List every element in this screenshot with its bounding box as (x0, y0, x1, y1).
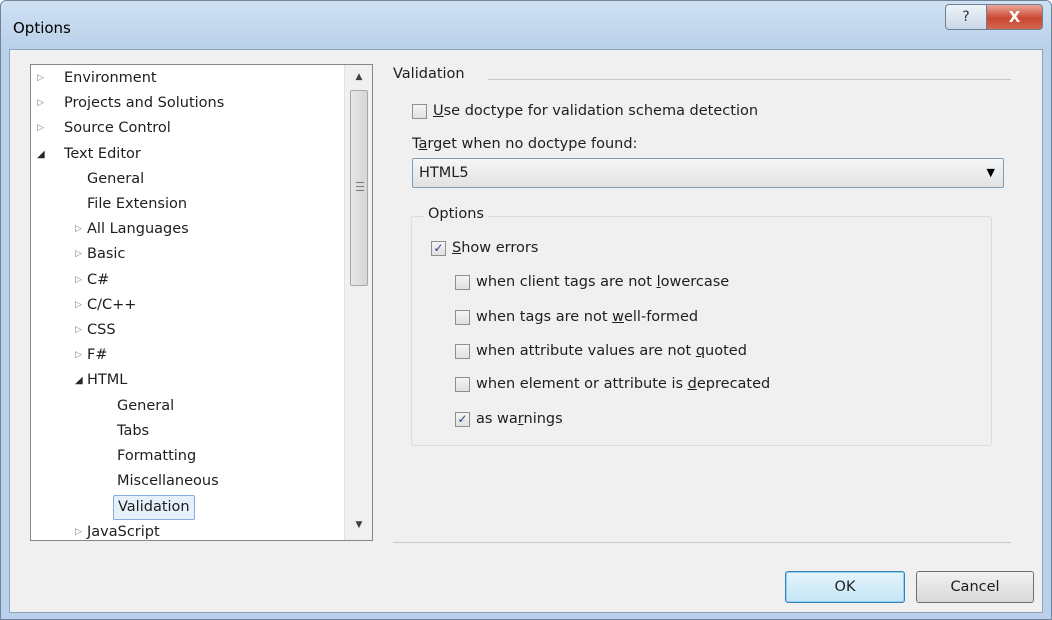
section-title: Validation (393, 66, 465, 82)
window-title: Options (13, 19, 71, 37)
options-group-title: Options (424, 206, 488, 222)
tree-item[interactable]: ▷ JavaScript (31, 520, 343, 540)
expanded-arrow-icon[interactable]: ◢ (37, 142, 51, 167)
use-doctype-label: Use doctype for validation schema detect… (433, 103, 759, 119)
deprecated-label: when element or attribute is deprecated (476, 376, 771, 392)
tree-item[interactable]: File Extension (31, 192, 343, 217)
tree-item-label: Formatting (117, 448, 197, 464)
tree-item[interactable]: General (31, 167, 343, 192)
chevron-down-icon: ▼ (986, 166, 995, 179)
tree-item-label: Source Control (64, 120, 171, 137)
tree-item-label: Projects and Solutions (64, 95, 225, 112)
tree-item-label: Miscellaneous (117, 473, 219, 490)
wellformed-label: when tags are not well-formed (476, 309, 699, 325)
quoted-checkbox[interactable] (455, 343, 470, 359)
tree-item-label: All Languages (87, 221, 189, 238)
tree-item-label: HTML (87, 372, 128, 389)
lowercase-label: when client tags are not lowercase (476, 274, 730, 290)
footer-divider (393, 542, 1011, 543)
tree-item[interactable]: Formatting (31, 444, 343, 469)
close-icon: X (1008, 8, 1021, 26)
thumb-grip-line (356, 190, 364, 191)
tree-item[interactable]: ▷ F# (31, 343, 343, 368)
target-doctype-select[interactable]: HTML5 ▼ (412, 158, 1004, 188)
help-button[interactable]: ? (945, 4, 987, 30)
tree-item[interactable]: ◢ HTML (31, 368, 343, 393)
tree-item[interactable]: Tabs (31, 419, 343, 444)
wellformed-option[interactable]: when tags are not well-formed (455, 306, 698, 328)
tree-item-label: General (117, 397, 175, 414)
ok-button[interactable]: OK (785, 571, 905, 603)
collapsed-arrow-icon[interactable]: ▷ (37, 66, 51, 91)
options-tree[interactable]: ▷ Environment ▷ Projects and Solutions ▷ Sour… (30, 64, 373, 541)
tree-item[interactable]: ▷ All Languages (31, 217, 343, 242)
wellformed-checkbox[interactable] (455, 309, 470, 325)
tree-item-label: C/C++ (87, 296, 137, 313)
tree-item-label: Validation (113, 495, 195, 521)
dialog-client-area: ▷ Environment ▷ Projects and Solutions ▷ Sour… (9, 49, 1043, 613)
use-doctype-option[interactable]: Use doctype for validation schema detect… (412, 100, 758, 122)
quoted-option[interactable]: when attribute values are not quoted (455, 340, 747, 362)
tree-item[interactable]: ▷ Projects and Solutions (31, 91, 343, 116)
section-divider (488, 79, 1011, 80)
tree-item-label: Basic (87, 246, 126, 263)
show-errors-option[interactable]: ✓ Show errors (431, 237, 538, 259)
tree-item-label: F# (87, 347, 108, 364)
tree-item[interactable]: General (31, 394, 343, 419)
tree-item[interactable]: Miscellaneous (31, 469, 343, 494)
tree-item[interactable]: Validation (31, 494, 343, 521)
deprecated-option[interactable]: when element or attribute is deprecated (455, 373, 770, 395)
tree-item[interactable]: ◢ Text Editor (31, 142, 343, 167)
collapsed-arrow-icon[interactable]: ▷ (37, 91, 51, 116)
target-label: Target when no doctype found: (412, 136, 638, 152)
use-doctype-checkbox[interactable] (412, 103, 427, 119)
tree-item-label: Tabs (117, 422, 150, 439)
tree-item-label: C# (87, 271, 110, 288)
tree-item[interactable]: ▷ C/C++ (31, 293, 343, 318)
scroll-down-icon[interactable]: ▼ (345, 515, 372, 535)
tree-item[interactable]: ▷ Source Control (31, 116, 343, 141)
thumb-grip-line (356, 186, 364, 187)
tree-scrollbar[interactable]: ▲ ▼ (344, 65, 372, 540)
show-errors-checkbox[interactable]: ✓ (431, 240, 446, 256)
lowercase-option[interactable]: when client tags are not lowercase (455, 271, 729, 293)
thumb-grip-line (356, 182, 364, 183)
target-doctype-value: HTML5 (419, 165, 469, 181)
collapsed-arrow-icon[interactable]: ▷ (37, 116, 51, 141)
as-warnings-label: as warnings (476, 411, 563, 427)
tree-item-label: CSS (87, 322, 116, 338)
quoted-label: when attribute values are not quoted (476, 343, 747, 359)
tree-item-label: Text Editor (64, 145, 141, 162)
tree-item-label: JavaScript (87, 523, 160, 540)
deprecated-checkbox[interactable] (455, 376, 470, 392)
tree-item[interactable]: ▷ Environment (31, 66, 343, 91)
cancel-button[interactable]: Cancel (916, 571, 1034, 603)
tree-item-label: Environment (64, 70, 157, 86)
tree-item[interactable]: ▷ Basic (31, 242, 343, 267)
as-warnings-checkbox[interactable]: ✓ (455, 411, 470, 427)
show-errors-label: Show errors (452, 240, 539, 256)
scroll-thumb[interactable] (350, 90, 368, 286)
tree-item-label: General (87, 170, 145, 187)
help-icon: ? (962, 9, 970, 25)
title-bar: Options ? X (1, 1, 1051, 49)
tree-item[interactable]: ▷ CSS (31, 318, 343, 343)
options-dialog: Options ? X ▷ Environment ▷ Projects and So… (0, 0, 1052, 620)
lowercase-checkbox[interactable] (455, 274, 470, 290)
scroll-up-icon[interactable]: ▲ (345, 67, 372, 87)
tree-item-label: File Extension (87, 196, 188, 212)
close-button[interactable]: X (986, 4, 1043, 30)
as-warnings-option[interactable]: ✓ as warnings (455, 408, 563, 430)
tree-item[interactable]: ▷ C# (31, 268, 343, 293)
